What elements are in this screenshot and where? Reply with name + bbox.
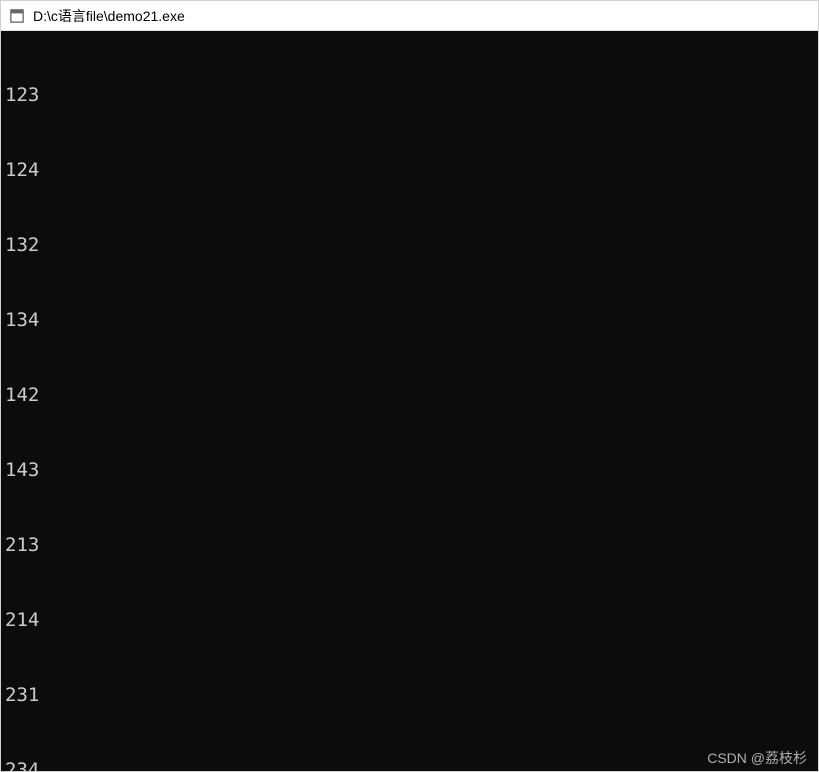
output-line: 213 xyxy=(5,533,814,558)
output-line: 134 xyxy=(5,308,814,333)
output-line: 214 xyxy=(5,608,814,633)
console-output[interactable]: 123 124 132 134 142 143 213 214 231 234 … xyxy=(1,31,818,771)
output-line: 234 xyxy=(5,758,814,771)
output-line: 142 xyxy=(5,383,814,408)
output-line: 132 xyxy=(5,233,814,258)
app-icon xyxy=(9,8,25,24)
window-title: D:\c语言file\demo21.exe xyxy=(33,6,185,26)
titlebar[interactable]: D:\c语言file\demo21.exe xyxy=(1,1,818,31)
console-window: D:\c语言file\demo21.exe 123 124 132 134 14… xyxy=(0,0,819,772)
output-line: 123 xyxy=(5,83,814,108)
output-line: 143 xyxy=(5,458,814,483)
output-line: 231 xyxy=(5,683,814,708)
output-line: 124 xyxy=(5,158,814,183)
watermark: CSDN @荔枝杉 xyxy=(707,748,807,768)
